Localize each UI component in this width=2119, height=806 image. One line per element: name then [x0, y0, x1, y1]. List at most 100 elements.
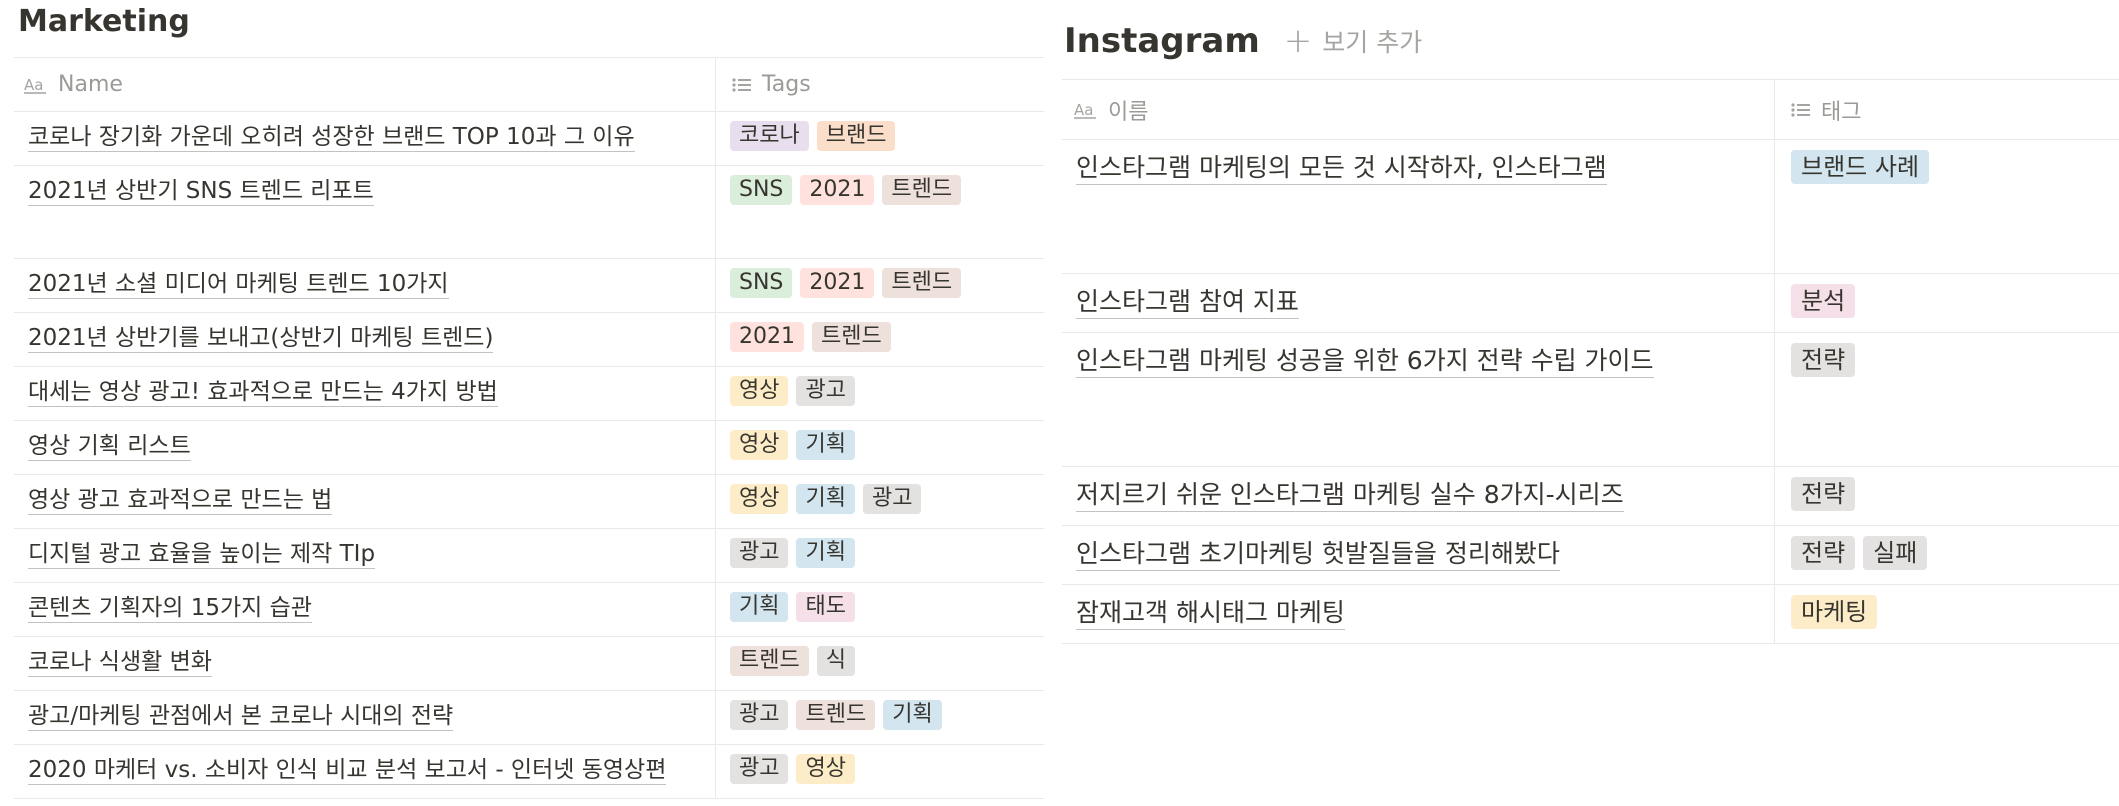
table-row[interactable]: 인스타그램 마케팅의 모든 것 시작하자, 인스타그램 브랜드 사례 — [1062, 140, 2119, 274]
tag-chip[interactable]: SNS — [730, 175, 793, 205]
tag-chip[interactable]: 광고 — [862, 484, 922, 514]
tag-chip[interactable]: 광고 — [730, 700, 789, 730]
column-header-tags[interactable]: Tags — [716, 58, 1044, 111]
table-row[interactable]: 저지르기 쉬운 인스타그램 마케팅 실수 8가지-시리즈 전략 — [1062, 467, 2119, 526]
tags-cell[interactable]: 광고 영상 — [716, 745, 1044, 798]
page-link[interactable]: 인스타그램 참여 지표 — [1076, 286, 1299, 319]
tags-cell[interactable]: 광고 트렌드 기획 — [716, 691, 1044, 744]
tags-cell[interactable]: 전략 실패 — [1775, 526, 2119, 584]
tag-chip[interactable]: 식 — [816, 646, 855, 676]
tag-chip[interactable]: 실패 — [1863, 536, 1928, 570]
tag-list: 마케팅 — [1791, 595, 2119, 629]
database-title[interactable]: Marketing — [14, 0, 1044, 54]
page-link[interactable]: 인스타그램 초기마케팅 헛발질들을 정리해봤다 — [1076, 538, 1560, 571]
tags-cell[interactable]: SNS 2021 트렌드 — [716, 166, 1044, 258]
page-link[interactable]: 2020 마케터 vs. 소비자 인식 비교 분석 보고서 - 인터넷 동영상편 — [28, 756, 667, 785]
tag-chip[interactable]: SNS — [730, 268, 793, 298]
tags-cell[interactable]: 영상 기획 — [716, 421, 1044, 474]
tags-cell[interactable]: 전략 — [1775, 333, 2119, 466]
page-link[interactable]: 대세는 영상 광고! 효과적으로 만드는 4가지 방법 — [28, 378, 498, 407]
tag-chip[interactable]: 전략 — [1791, 536, 1856, 570]
page-link[interactable]: 2021년 상반기 SNS 트렌드 리포트 — [28, 177, 374, 206]
tag-chip[interactable]: 영상 — [796, 754, 855, 784]
tags-cell[interactable]: 코로나 브랜드 — [716, 112, 1044, 165]
table-row[interactable]: 콘텐츠 기획자의 15가지 습관 기획 태도 — [14, 583, 1044, 637]
table-row[interactable]: 인스타그램 마케팅 성공을 위한 6가지 전략 수립 가이드 전략 — [1062, 333, 2119, 467]
tags-cell[interactable]: 영상 광고 — [716, 367, 1044, 420]
page-link[interactable]: 영상 광고 효과적으로 만드는 법 — [28, 486, 333, 515]
table-row[interactable]: 2021년 소셜 미디어 마케팅 트렌드 10가지 SNS 2021 트렌드 — [14, 259, 1044, 313]
tags-cell[interactable]: 마케팅 — [1775, 585, 2119, 643]
tags-cell[interactable]: 분석 — [1775, 274, 2119, 332]
tags-cell[interactable]: 2021 트렌드 — [716, 313, 1044, 366]
tag-chip[interactable]: 브랜드 — [816, 121, 896, 151]
tag-chip[interactable]: 트렌드 — [882, 268, 962, 298]
tags-cell[interactable]: 영상 기획 광고 — [716, 475, 1044, 528]
table-row[interactable]: 2021년 상반기 SNS 트렌드 리포트 SNS 2021 트렌드 — [14, 166, 1044, 259]
add-view-button[interactable]: + 보기 추가 — [1284, 23, 1422, 59]
tag-chip[interactable]: 기획 — [796, 430, 855, 460]
database-title[interactable]: Instagram — [1064, 16, 1260, 66]
tag-chip[interactable]: 광고 — [796, 376, 855, 406]
name-cell: 2020 마케터 vs. 소비자 인식 비교 분석 보고서 - 인터넷 동영상편 — [14, 745, 716, 798]
tags-cell[interactable]: 브랜드 사례 — [1775, 140, 2119, 273]
page-link[interactable]: 콘텐츠 기획자의 15가지 습관 — [28, 594, 312, 623]
page-link[interactable]: 디지털 광고 효율을 높이는 제작 TIp — [28, 540, 376, 569]
tag-chip[interactable]: 영상 — [730, 430, 789, 460]
tag-chip[interactable]: 광고 — [730, 754, 789, 784]
tag-chip[interactable]: 기획 — [796, 484, 855, 514]
tag-chip[interactable]: 2021 — [800, 175, 875, 205]
tag-chip[interactable]: 기획 — [730, 592, 789, 622]
table-row[interactable]: 코로나 식생활 변화 트렌드 식 — [14, 637, 1044, 691]
tag-chip[interactable]: 영상 — [730, 484, 789, 514]
tag-list: 분석 — [1791, 284, 2119, 318]
tag-chip[interactable]: 태도 — [796, 592, 855, 622]
column-header-tags[interactable]: 태그 — [1775, 80, 2119, 139]
table-row[interactable]: 인스타그램 초기마케팅 헛발질들을 정리해봤다 전략 실패 — [1062, 526, 2119, 585]
tag-chip[interactable]: 전략 — [1791, 477, 1856, 511]
tag-chip[interactable]: 마케팅 — [1791, 595, 1878, 629]
page-link[interactable]: 인스타그램 마케팅 성공을 위한 6가지 전략 수립 가이드 — [1076, 345, 1654, 378]
table-row[interactable]: 2020 마케터 vs. 소비자 인식 비교 분석 보고서 - 인터넷 동영상편… — [14, 745, 1044, 799]
tag-chip[interactable]: 트렌드 — [812, 322, 891, 352]
tag-chip[interactable]: 기획 — [883, 700, 942, 730]
tag-chip[interactable]: 트렌드 — [882, 175, 962, 205]
tag-chip[interactable]: 2021 — [730, 322, 804, 352]
table-row[interactable]: 2021년 상반기를 보내고(상반기 마케팅 트렌드) 2021 트렌드 — [14, 313, 1044, 367]
page-link[interactable]: 코로나 장기화 가운데 오히려 성장한 브랜드 TOP 10과 그 이유 — [28, 123, 635, 152]
tags-cell[interactable]: 전략 — [1775, 467, 2119, 525]
table-row[interactable]: 영상 광고 효과적으로 만드는 법 영상 기획 광고 — [14, 475, 1044, 529]
tag-chip[interactable]: 트렌드 — [730, 646, 809, 676]
tag-chip[interactable]: 전략 — [1791, 343, 1856, 377]
tag-chip[interactable]: 분석 — [1791, 284, 1856, 318]
page-link[interactable]: 잠재고객 해시태그 마케팅 — [1076, 597, 1345, 630]
table-row[interactable]: 대세는 영상 광고! 효과적으로 만드는 4가지 방법 영상 광고 — [14, 367, 1044, 421]
table-header: Aa 이름 태그 — [1062, 80, 2119, 140]
page-link[interactable]: 저지르기 쉬운 인스타그램 마케팅 실수 8가지-시리즈 — [1076, 479, 1624, 512]
page-link[interactable]: 2021년 상반기를 보내고(상반기 마케팅 트렌드) — [28, 324, 494, 353]
tag-chip[interactable]: 2021 — [800, 268, 875, 298]
tags-cell[interactable]: SNS 2021 트렌드 — [716, 259, 1044, 312]
table-row[interactable]: 디지털 광고 효율을 높이는 제작 TIp 광고 기획 — [14, 529, 1044, 583]
table-row[interactable]: 잠재고객 해시태그 마케팅 마케팅 — [1062, 585, 2119, 644]
page-link[interactable]: 광고/마케팅 관점에서 본 코로나 시대의 전략 — [28, 702, 454, 731]
column-header-name[interactable]: Aa 이름 — [1062, 80, 1775, 139]
tag-chip[interactable]: 코로나 — [730, 121, 809, 151]
tag-chip[interactable]: 기획 — [796, 538, 855, 568]
page-link[interactable]: 영상 기획 리스트 — [28, 432, 191, 461]
tags-cell[interactable]: 기획 태도 — [716, 583, 1044, 636]
tag-chip[interactable]: 브랜드 사례 — [1791, 150, 1930, 184]
table-row[interactable]: 영상 기획 리스트 영상 기획 — [14, 421, 1044, 475]
table-row[interactable]: 광고/마케팅 관점에서 본 코로나 시대의 전략 광고 트렌드 기획 — [14, 691, 1044, 745]
tag-chip[interactable]: 영상 — [730, 376, 789, 406]
tags-cell[interactable]: 트렌드 식 — [716, 637, 1044, 690]
tag-chip[interactable]: 트렌드 — [796, 700, 876, 730]
tags-cell[interactable]: 광고 기획 — [716, 529, 1044, 582]
table-row[interactable]: 인스타그램 참여 지표 분석 — [1062, 274, 2119, 333]
column-header-name[interactable]: Aa Name — [14, 58, 716, 111]
table-row[interactable]: 코로나 장기화 가운데 오히려 성장한 브랜드 TOP 10과 그 이유 코로나 브… — [14, 112, 1044, 166]
page-link[interactable]: 코로나 식생활 변화 — [28, 648, 212, 677]
page-link[interactable]: 인스타그램 마케팅의 모든 것 시작하자, 인스타그램 — [1076, 152, 1607, 185]
tag-chip[interactable]: 광고 — [730, 538, 789, 568]
page-link[interactable]: 2021년 소셜 미디어 마케팅 트렌드 10가지 — [28, 270, 449, 299]
